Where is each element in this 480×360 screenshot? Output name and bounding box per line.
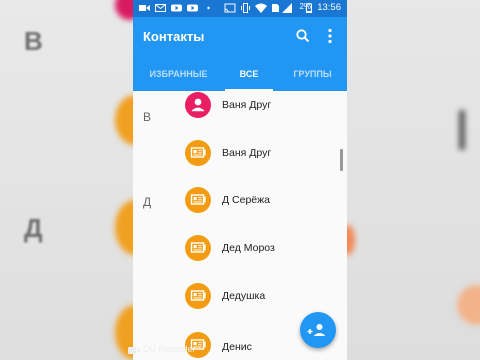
contact-name: Дед Мороз: [222, 242, 275, 254]
add-person-icon: [307, 324, 325, 336]
scrollbar-thumb[interactable]: [340, 149, 343, 171]
background-letter: Д: [24, 213, 43, 243]
background-right: [347, 0, 480, 360]
app-bar: Контакты: [133, 17, 347, 57]
phone-screen: 2% 13:56 Контакты ИЗБРАННЫЕ ВСЕ ГРУППЫ В…: [133, 0, 347, 360]
background-left: В Д: [0, 0, 133, 360]
contact-name: Ваня Друг: [222, 147, 272, 159]
contact-card-icon: [190, 147, 206, 158]
tab-favorites[interactable]: ИЗБРАННЫЕ: [141, 57, 216, 91]
youtube-icon: [187, 3, 198, 13]
background-blob: [115, 200, 133, 255]
background-blob: [115, 95, 133, 145]
status-time: 13:56: [317, 2, 341, 13]
contact-row[interactable]: Дед Мороз: [133, 225, 347, 273]
more-dots-icon: [203, 3, 214, 13]
contact-card-icon: [190, 242, 206, 253]
battery-icon: [306, 3, 312, 13]
contact-avatar: [185, 140, 211, 166]
contact-card-icon: [190, 194, 206, 205]
contact-row[interactable]: Ваня Друг: [133, 91, 347, 129]
camera-icon: [128, 346, 140, 355]
contact-row[interactable]: Ваня Друг: [133, 129, 347, 177]
cast-icon: [224, 3, 236, 13]
contact-name: Ваня Друг: [222, 99, 272, 111]
background-blob: [459, 110, 465, 150]
contact-name: Д Серёжа: [222, 194, 270, 206]
sim-icon: [270, 3, 281, 13]
tab-bar: ИЗБРАННЫЕ ВСЕ ГРУППЫ: [133, 57, 347, 91]
video-icon: [139, 3, 150, 13]
contact-name: Денис: [222, 341, 252, 353]
tab-all[interactable]: ВСЕ: [225, 57, 273, 91]
background-blob: [115, 0, 133, 20]
contact-row[interactable]: Д Серёжа: [133, 177, 347, 225]
background-blob: [457, 285, 480, 325]
more-vert-icon[interactable]: [320, 26, 340, 46]
add-contact-button[interactable]: [300, 312, 336, 348]
contact-name: Дедушка: [222, 290, 266, 302]
signal-icon: [281, 3, 292, 13]
wifi-icon: [255, 3, 267, 13]
contact-avatar: [185, 187, 211, 213]
search-icon[interactable]: [293, 26, 313, 46]
contact-avatar: [185, 283, 211, 309]
background-letter: В: [24, 26, 43, 56]
mail-icon: [155, 3, 166, 13]
page-title: Контакты: [143, 29, 205, 44]
youtube-icon: [171, 3, 182, 13]
contact-card-icon: [190, 290, 206, 301]
status-bar: 2% 13:56: [133, 0, 347, 17]
tab-groups[interactable]: ГРУППЫ: [285, 57, 340, 91]
vibrate-icon: [240, 3, 251, 13]
contact-avatar: [185, 235, 211, 261]
person-icon: [191, 98, 205, 112]
watermark-text: DU Recorder: [143, 344, 196, 354]
background-blob: [347, 225, 355, 255]
contact-avatar: [185, 92, 211, 118]
